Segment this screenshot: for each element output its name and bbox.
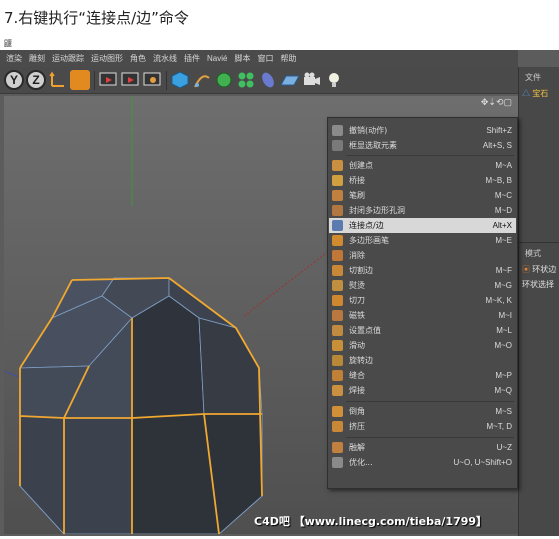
menu-item-frame-selected[interactable]: 框显选取元素 Alt+S, S <box>329 138 516 153</box>
menu-item-create-point[interactable]: 创建点 M~A <box>329 158 516 173</box>
menu-motion-tracking[interactable]: 运动跟踪 <box>52 53 84 64</box>
frame-selected-icon <box>332 140 343 151</box>
menu-mograph[interactable]: 运动图形 <box>91 53 123 64</box>
menu-sculpt[interactable]: 雕刻 <box>29 53 45 64</box>
menu-navie[interactable]: Navié <box>207 54 227 63</box>
spin-edge-icon <box>332 355 343 366</box>
coord-system-icon[interactable] <box>48 70 68 90</box>
set-point-value-icon <box>332 325 343 336</box>
iron-icon <box>332 280 343 291</box>
mode-tab[interactable]: 模式 <box>525 248 541 259</box>
optimize-icon <box>332 457 343 468</box>
toolbar: Y Z <box>0 67 518 94</box>
menu-item-dissolve[interactable]: 消除 <box>329 248 516 263</box>
camera-icon[interactable] <box>302 70 322 90</box>
close-hole-icon <box>332 205 343 216</box>
menu-render[interactable]: 渲染 <box>6 53 22 64</box>
melt-icon <box>332 442 343 453</box>
extrude-icon <box>332 421 343 432</box>
menu-window[interactable]: 窗口 <box>257 53 273 64</box>
watermark: C4D吧 【www.linecg.com/tieba/1799】 <box>254 515 488 528</box>
axis-y-button[interactable]: Y <box>4 70 24 90</box>
bevel-icon <box>332 406 343 417</box>
menu-item-spin-edge[interactable]: 旋转边 <box>329 353 516 368</box>
menu-item-weld[interactable]: 焊接 M~Q <box>329 383 516 398</box>
menu-item-brush[interactable]: 笔刷 M~C <box>329 188 516 203</box>
menu-character[interactable]: 角色 <box>130 53 146 64</box>
render-view-icon[interactable] <box>98 70 118 90</box>
gem-mesh <box>19 277 263 534</box>
bridge-icon <box>332 175 343 186</box>
menu-item-knife[interactable]: 切刀 M~K, K <box>329 293 516 308</box>
context-menu: 撤销(动作) Shift+Z 框显选取元素 Alt+S, S 创建点 M~A 桥… <box>327 117 518 489</box>
file-tab[interactable]: 文件 <box>525 72 541 83</box>
menu-item-optimize[interactable]: 优化... U~O, U~Shift+O <box>329 455 516 470</box>
gem-object-icon: △ <box>522 89 530 98</box>
subdivision-icon[interactable] <box>214 70 234 90</box>
polygon-pen-icon <box>332 235 343 246</box>
weld-icon <box>332 385 343 396</box>
deformer-icon[interactable] <box>258 70 278 90</box>
cube-primitive-icon[interactable] <box>170 70 190 90</box>
menu-item-connect-points-edges[interactable]: 连接点/边 Alt+X <box>329 218 516 233</box>
connect-icon <box>332 220 343 231</box>
slide-icon <box>332 340 343 351</box>
menu-item-close-polygon-hole[interactable]: 封闭多边形孔洞 M~D <box>329 203 516 218</box>
axis-z-button[interactable]: Z <box>26 70 46 90</box>
menu-help[interactable]: 帮助 <box>280 53 296 64</box>
menu-script[interactable]: 脚本 <box>234 53 250 64</box>
loop-select-label: 环状选择 <box>522 280 554 289</box>
magnet-icon <box>332 310 343 321</box>
loop-edge-icon: ▣ <box>522 265 530 274</box>
cloner-icon[interactable] <box>236 70 256 90</box>
right-panel: 文件 △ 宝石 模式 ▣ 环状边 环状选择 <box>518 67 559 536</box>
loop-selection-entry[interactable]: ▣ 环状边 <box>522 264 556 275</box>
cube-mode-icon[interactable] <box>70 70 90 90</box>
brush-icon <box>332 190 343 201</box>
menu-item-melt[interactable]: 融解 U~Z <box>329 440 516 455</box>
floor-icon[interactable] <box>280 70 300 90</box>
small-glyph: 鼴 <box>4 39 12 48</box>
menu-item-bevel[interactable]: 倒角 M~S <box>329 404 516 419</box>
menu-item-stitch[interactable]: 缝合 M~P <box>329 368 516 383</box>
create-point-icon <box>332 160 343 171</box>
menu-item-iron[interactable]: 熨烫 M~G <box>329 278 516 293</box>
menu-item-magnet[interactable]: 磁铁 M~I <box>329 308 516 323</box>
menu-item-undo[interactable]: 撤销(动作) Shift+Z <box>329 123 516 138</box>
undo-icon <box>332 125 343 136</box>
stitch-icon <box>332 370 343 381</box>
edge-cut-icon <box>332 265 343 276</box>
menu-item-extrude[interactable]: 挤压 M~T, D <box>329 419 516 434</box>
menu-item-slide[interactable]: 滑动 M~O <box>329 338 516 353</box>
x-axis-line <box>243 250 330 317</box>
menu-plugins[interactable]: 插件 <box>184 53 200 64</box>
pen-spline-icon[interactable] <box>192 70 212 90</box>
menu-item-set-point-value[interactable]: 设置点值 M~L <box>329 323 516 338</box>
menu-item-bridge[interactable]: 桥接 M~B, B <box>329 173 516 188</box>
render-picture-icon[interactable] <box>120 70 140 90</box>
menu-item-polygon-pen[interactable]: 多边形画笔 M~E <box>329 233 516 248</box>
light-icon[interactable] <box>324 70 344 90</box>
menubar: 渲染 雕刻 运动跟踪 运动图形 角色 流水线 插件 Navié 脚本 窗口 帮助 <box>0 50 518 67</box>
knife-icon <box>332 295 343 306</box>
menu-item-edge-cut[interactable]: 切割边 M~F <box>329 263 516 278</box>
object-entry[interactable]: △ 宝石 <box>522 88 548 99</box>
menu-pipeline[interactable]: 流水线 <box>153 53 177 64</box>
dissolve-icon <box>332 250 343 261</box>
render-settings-icon[interactable] <box>142 70 162 90</box>
article-heading: 7.右键执行“连接点/边”命令 <box>4 9 189 27</box>
